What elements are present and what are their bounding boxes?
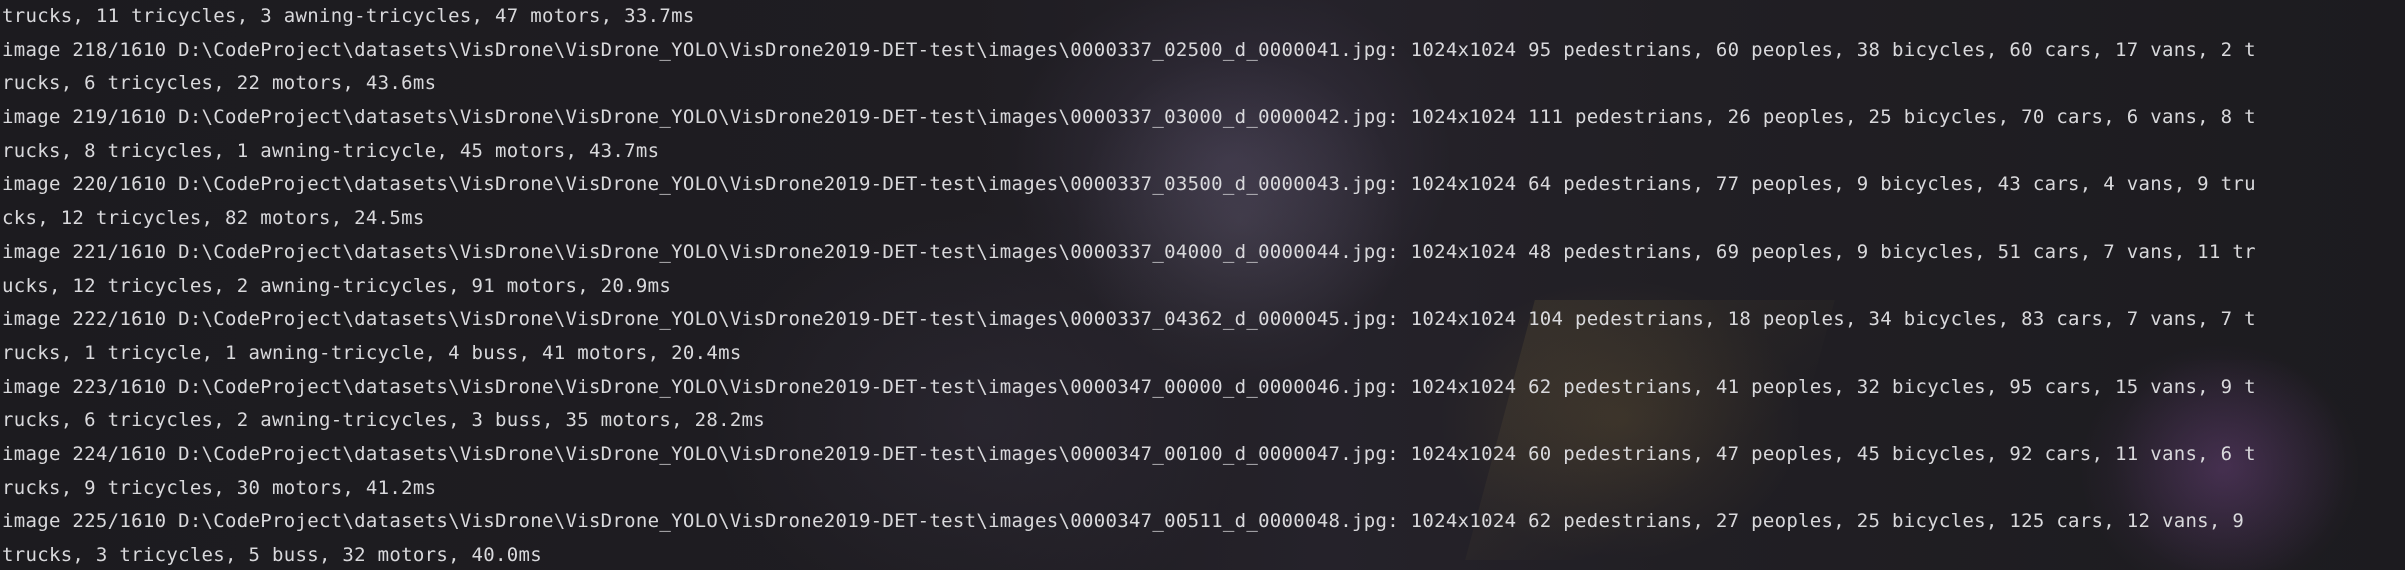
log-line: trucks, 3 tricycles, 5 buss, 32 motors, … bbox=[2, 544, 542, 566]
console-output-panel[interactable]: trucks, 11 tricycles, 3 awning-tricycles… bbox=[0, 0, 2405, 570]
log-line: image 219/1610 D:\CodeProject\datasets\V… bbox=[2, 106, 2256, 129]
log-line: image 218/1610 D:\CodeProject\datasets\V… bbox=[2, 38, 2256, 61]
log-line: image 220/1610 D:\CodeProject\datasets\V… bbox=[2, 173, 2256, 196]
log-line: trucks, 11 tricycles, 3 awning-tricycles… bbox=[2, 5, 695, 27]
log-line: image 225/1610 D:\CodeProject\datasets\V… bbox=[2, 510, 2245, 533]
log-line: rucks, 8 tricycles, 1 awning-tricycle, 4… bbox=[2, 139, 660, 162]
log-line: cks, 12 tricycles, 82 motors, 24.5ms bbox=[2, 207, 425, 230]
log-line: image 221/1610 D:\CodeProject\datasets\V… bbox=[2, 240, 2256, 263]
log-line: rucks, 6 tricycles, 2 awning-tricycles, … bbox=[2, 409, 766, 432]
log-line: rucks, 6 tricycles, 22 motors, 43.6ms bbox=[2, 72, 437, 95]
log-line: image 224/1610 D:\CodeProject\datasets\V… bbox=[2, 442, 2256, 465]
log-line: rucks, 9 tricycles, 30 motors, 41.2ms bbox=[2, 476, 437, 499]
log-line: image 223/1610 D:\CodeProject\datasets\V… bbox=[2, 375, 2256, 398]
log-line: rucks, 1 tricycle, 1 awning-tricycle, 4 … bbox=[2, 341, 742, 364]
log-line: ucks, 12 tricycles, 2 awning-tricycles, … bbox=[2, 274, 672, 297]
log-text-area[interactable]: trucks, 11 tricycles, 3 awning-tricycles… bbox=[0, 0, 2405, 570]
log-line: image 222/1610 D:\CodeProject\datasets\V… bbox=[2, 308, 2256, 331]
